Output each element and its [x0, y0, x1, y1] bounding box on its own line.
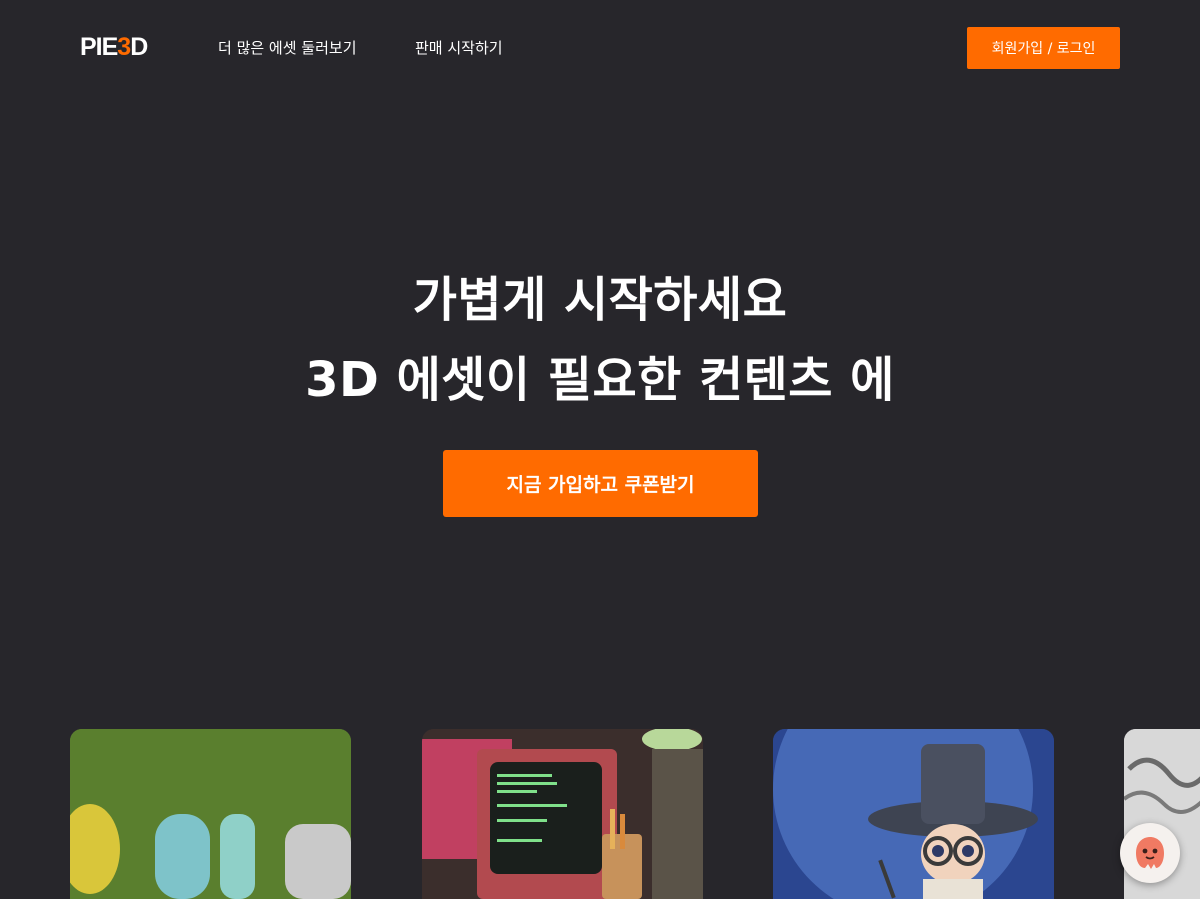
- signup-coupon-button[interactable]: 지금 가입하고 쿠폰받기: [443, 450, 758, 517]
- logo-text-left: PIE: [80, 32, 118, 61]
- retro-computer-image: [422, 729, 703, 899]
- logo-text-accent: 3: [117, 32, 131, 61]
- hero-title-line2: 3D 에셋이 필요한 컨텐츠 에: [305, 352, 895, 408]
- wizard-character-image: [773, 729, 1054, 899]
- asset-card-retro-computer[interactable]: [422, 729, 703, 899]
- logo-text-right: D: [130, 32, 148, 61]
- signup-login-button[interactable]: 회원가입 / 로그인: [967, 27, 1120, 69]
- hero-title-line1: 가볍게 시작하세요: [412, 272, 788, 328]
- nav-browse-assets[interactable]: 더 많은 에셋 둘러보기: [218, 37, 357, 58]
- inflatable-letters-image: [70, 729, 351, 899]
- logo[interactable]: PIE 3 D: [80, 32, 148, 61]
- asset-card-wizard-character[interactable]: [773, 729, 1054, 899]
- header: PIE 3 D 더 많은 에셋 둘러보기 판매 시작하기 회원가입 / 로그인: [0, 0, 1200, 95]
- chat-support-button[interactable]: [1120, 823, 1180, 883]
- nav-start-selling[interactable]: 판매 시작하기: [415, 37, 503, 58]
- chat-character-icon: [1136, 837, 1164, 869]
- asset-card-inflatable-letters[interactable]: [70, 729, 351, 899]
